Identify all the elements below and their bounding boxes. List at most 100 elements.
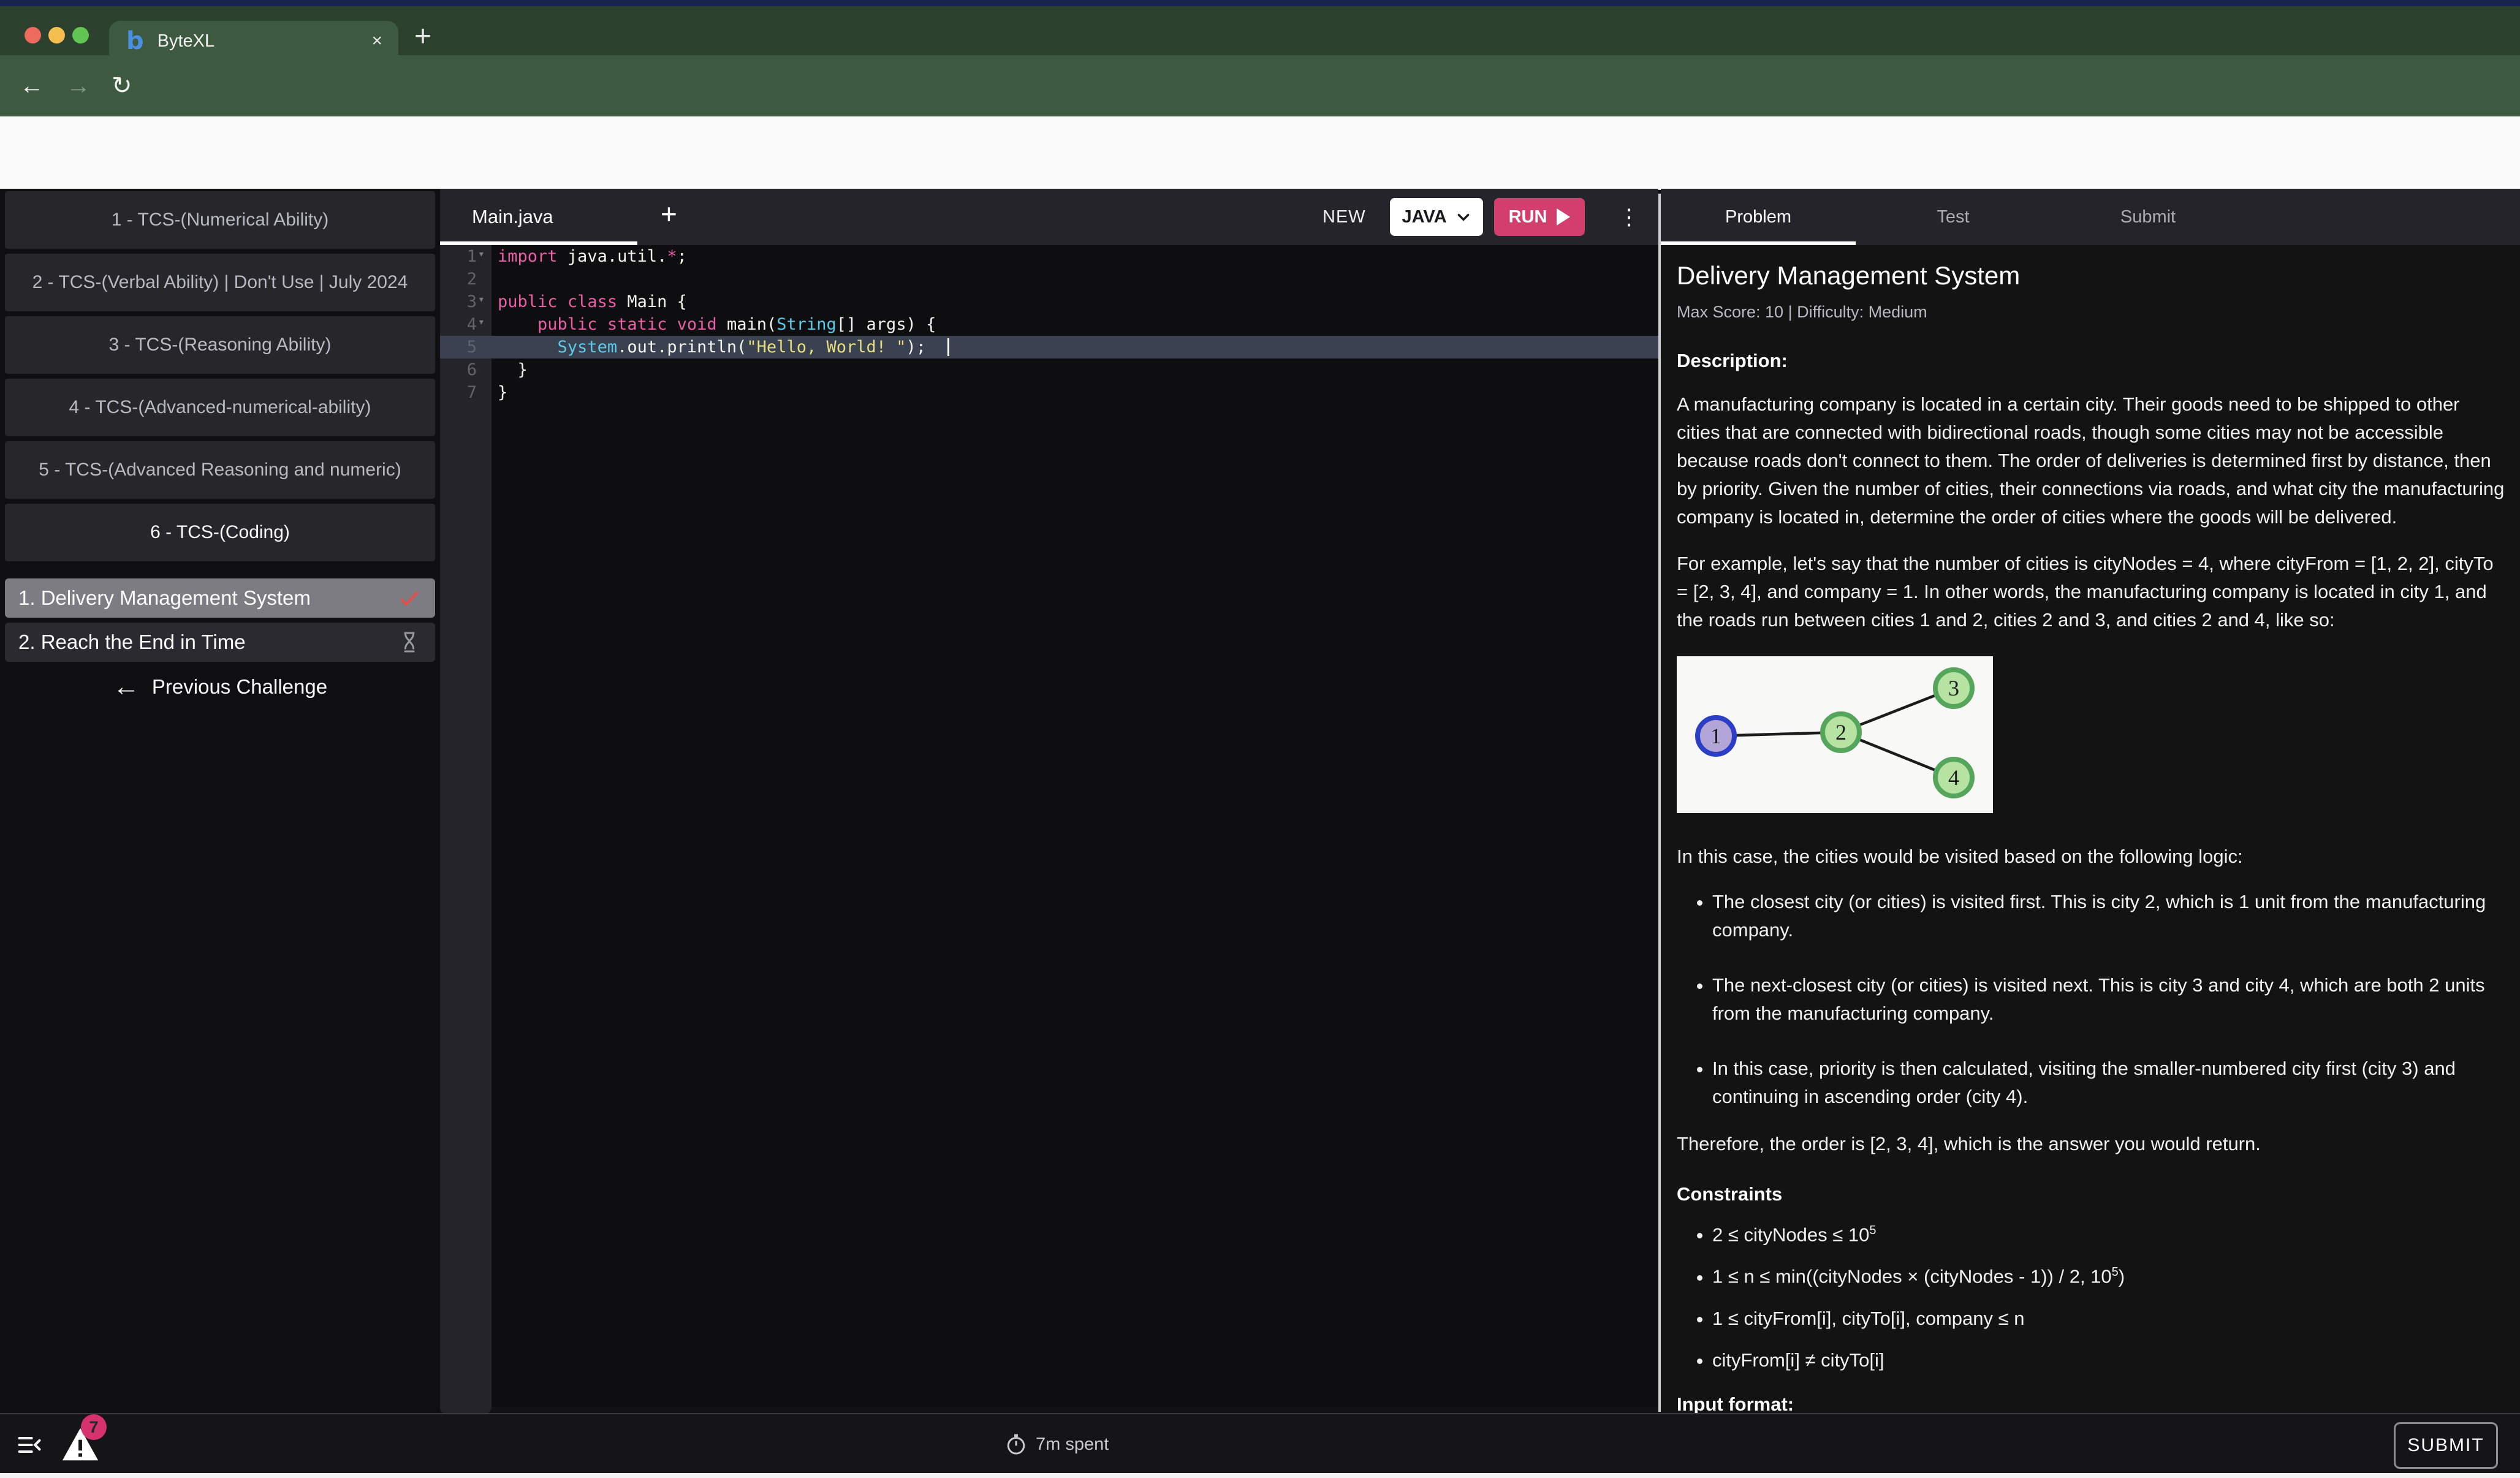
submit-button[interactable]: SUBMIT (2394, 1422, 2498, 1469)
input-format-heading: Input format: (1677, 1393, 2507, 1413)
collapse-panel-icon[interactable] (16, 1431, 43, 1458)
problem-meta: Max Score: 10 | Difficulty: Medium (1677, 303, 2507, 322)
text-cursor (947, 338, 949, 356)
section-list: 1 - TCS-(Numerical Ability)2 - TCS-(Verb… (5, 191, 435, 566)
screen-top-edge (0, 0, 2520, 6)
constraints-heading: Constraints (1677, 1183, 2507, 1205)
check-icon (397, 586, 422, 610)
code-text: import java.util.*; (491, 247, 687, 266)
challenge-item[interactable]: 1. Delivery Management System (5, 578, 435, 618)
sidebar-section[interactable]: 6 - TCS-(Coding) (5, 504, 435, 561)
editor-tab-bar: Main.java + NEW JAVA RUN ⋮ (440, 189, 1658, 245)
graph-node-label: 2 (1835, 720, 1846, 745)
tab-problem[interactable]: Problem (1661, 189, 1856, 245)
code-line[interactable]: 5 System.out.println("Hello, World! "); (440, 336, 1658, 358)
code-line[interactable]: 6 } (440, 358, 1658, 381)
tab-submit[interactable]: Submit (2051, 189, 2245, 245)
description-paragraph-2: For example, let's say that the number o… (1677, 550, 2507, 634)
editor-menu-icon[interactable]: ⋮ (1618, 189, 1640, 245)
new-tab-button[interactable]: + (414, 20, 431, 53)
bytexl-favicon: b (126, 27, 144, 55)
window-bottom-edge (0, 1473, 2520, 1478)
challenge-item[interactable]: 2. Reach the End in Time (5, 623, 435, 662)
warning-count-badge: 7 (81, 1414, 107, 1440)
graph-node-label: 3 (1948, 676, 1959, 700)
challenge-list: 1. Delivery Management System 2. Reach th… (5, 578, 435, 667)
problem-panel: ProblemTestSubmit Delivery Management Sy… (1661, 189, 2520, 1413)
fold-arrow-icon[interactable]: ▾ (478, 316, 485, 328)
time-spent: 7m spent (1005, 1414, 1109, 1474)
tab-test[interactable]: Test (1856, 189, 2051, 245)
hourglass-icon (397, 630, 422, 654)
traffic-light-close[interactable] (25, 27, 41, 44)
problem-content[interactable]: Delivery Management System Max Score: 10… (1661, 245, 2520, 1413)
time-spent-label: 7m spent (1036, 1434, 1109, 1455)
line-number: 6 (440, 360, 491, 379)
traffic-light-zoom[interactable] (72, 27, 89, 44)
code-line[interactable]: 1▾import java.util.*; (440, 245, 1658, 268)
code-line[interactable]: 7} (440, 381, 1658, 404)
problem-title: Delivery Management System (1677, 261, 2507, 290)
code-text: } (491, 360, 528, 379)
previous-challenge-label: Previous Challenge (152, 675, 327, 699)
problem-tab-bar: ProblemTestSubmit (1661, 189, 2520, 245)
fold-arrow-icon[interactable]: ▾ (478, 293, 485, 306)
sidebar-section[interactable]: 5 - TCS-(Advanced Reasoning and numeric) (5, 441, 435, 499)
description-paragraph-1: A manufacturing company is located in a … (1677, 390, 2507, 531)
challenge-label: 1. Delivery Management System (18, 586, 397, 610)
constraint-item: 2 ≤ cityNodes ≤ 105 (1712, 1224, 2507, 1246)
fold-arrow-icon[interactable]: ▾ (478, 248, 485, 260)
sidebar-section[interactable]: 1 - TCS-(Numerical Ability) (5, 191, 435, 249)
code-text: public static void main(String[] args) { (491, 315, 936, 334)
warning-indicator[interactable]: 7 (59, 1423, 102, 1466)
new-file-icon[interactable]: + (661, 197, 677, 230)
line-number: 7 (440, 383, 491, 402)
logic-bullet: The next-closest city (or cities) is vis… (1712, 971, 2507, 1028)
logic-intro: In this case, the cities would be visite… (1677, 843, 2507, 871)
sidebar-section[interactable]: 2 - TCS-(Verbal Ability) | Don't Use | J… (5, 254, 435, 311)
logic-bullet: The closest city (or cities) is visited … (1712, 888, 2507, 944)
forward-icon[interactable]: → (66, 55, 91, 116)
code-text: public class Main { (491, 292, 687, 311)
left-arrow-icon: ← (113, 672, 140, 702)
file-tab-main-java[interactable]: Main.java (472, 189, 553, 245)
code-editor[interactable] (491, 245, 1658, 1407)
logic-bullet: In this case, priority is then calculate… (1712, 1055, 2507, 1111)
code-line[interactable]: 2 (440, 268, 1658, 290)
sidebar-section[interactable]: 4 - TCS-(Advanced-numerical-ability) (5, 379, 435, 436)
app-toolbar: ← Karth (0, 116, 2520, 190)
city-graph-figure: 1234 (1677, 656, 1993, 813)
bottom-bar: 7 7m spent SUBMIT (0, 1413, 2520, 1474)
sidebar-section[interactable]: 3 - TCS-(Reasoning Ability) (5, 316, 435, 374)
tab-close-icon[interactable]: × (371, 31, 382, 51)
assessment-sidebar: 1 - TCS-(Numerical Ability)2 - TCS-(Verb… (0, 189, 440, 1413)
traffic-light-minimize[interactable] (48, 27, 65, 44)
code-line[interactable]: 3▾public class Main { (440, 290, 1658, 313)
back-icon[interactable]: ← (20, 55, 44, 116)
language-select[interactable]: JAVA (1390, 198, 1483, 236)
stopwatch-icon (1005, 1433, 1027, 1455)
constraint-item: 1 ≤ n ≤ min((cityNodes × (cityNodes - 1)… (1712, 1265, 2507, 1287)
new-button[interactable]: NEW (1323, 189, 1366, 245)
graph-node-label: 1 (1710, 724, 1721, 748)
browser-toolbar: ← → ↻ bytexl.app/assessment/423qxhh6g ☆ … (0, 55, 2520, 116)
challenge-label: 2. Reach the End in Time (18, 631, 397, 654)
description-heading: Description: (1677, 350, 2507, 372)
play-icon (1557, 208, 1570, 225)
code-text: System.out.println("Hello, World! "); (491, 338, 926, 357)
code-text: } (491, 383, 507, 402)
language-value: JAVA (1402, 207, 1446, 227)
constraints-list: 2 ≤ cityNodes ≤ 105 1 ≤ n ≤ min((cityNode… (1677, 1224, 2507, 1371)
browser-tab-strip: b ByteXL × + (0, 6, 2520, 55)
previous-challenge-button[interactable]: ← Previous Challenge (0, 672, 440, 702)
browser-tab-title: ByteXL (158, 31, 215, 51)
logic-bullet-list: The closest city (or cities) is visited … (1677, 888, 2507, 1111)
line-number: 2 (440, 270, 491, 289)
code-line[interactable]: 4▾ public static void main(String[] args… (440, 313, 1658, 336)
run-button[interactable]: RUN (1494, 198, 1585, 236)
screen: b ByteXL × + ← → ↻ bytexl.app/assessment… (0, 0, 2520, 1478)
order-answer-text: Therefore, the order is [2, 3, 4], which… (1677, 1133, 2507, 1155)
reload-icon[interactable]: ↻ (112, 55, 132, 116)
code-lines: 1▾import java.util.*;23▾public class Mai… (440, 245, 1658, 404)
constraint-item: 1 ≤ cityFrom[i], cityTo[i], company ≤ n (1712, 1308, 2507, 1330)
